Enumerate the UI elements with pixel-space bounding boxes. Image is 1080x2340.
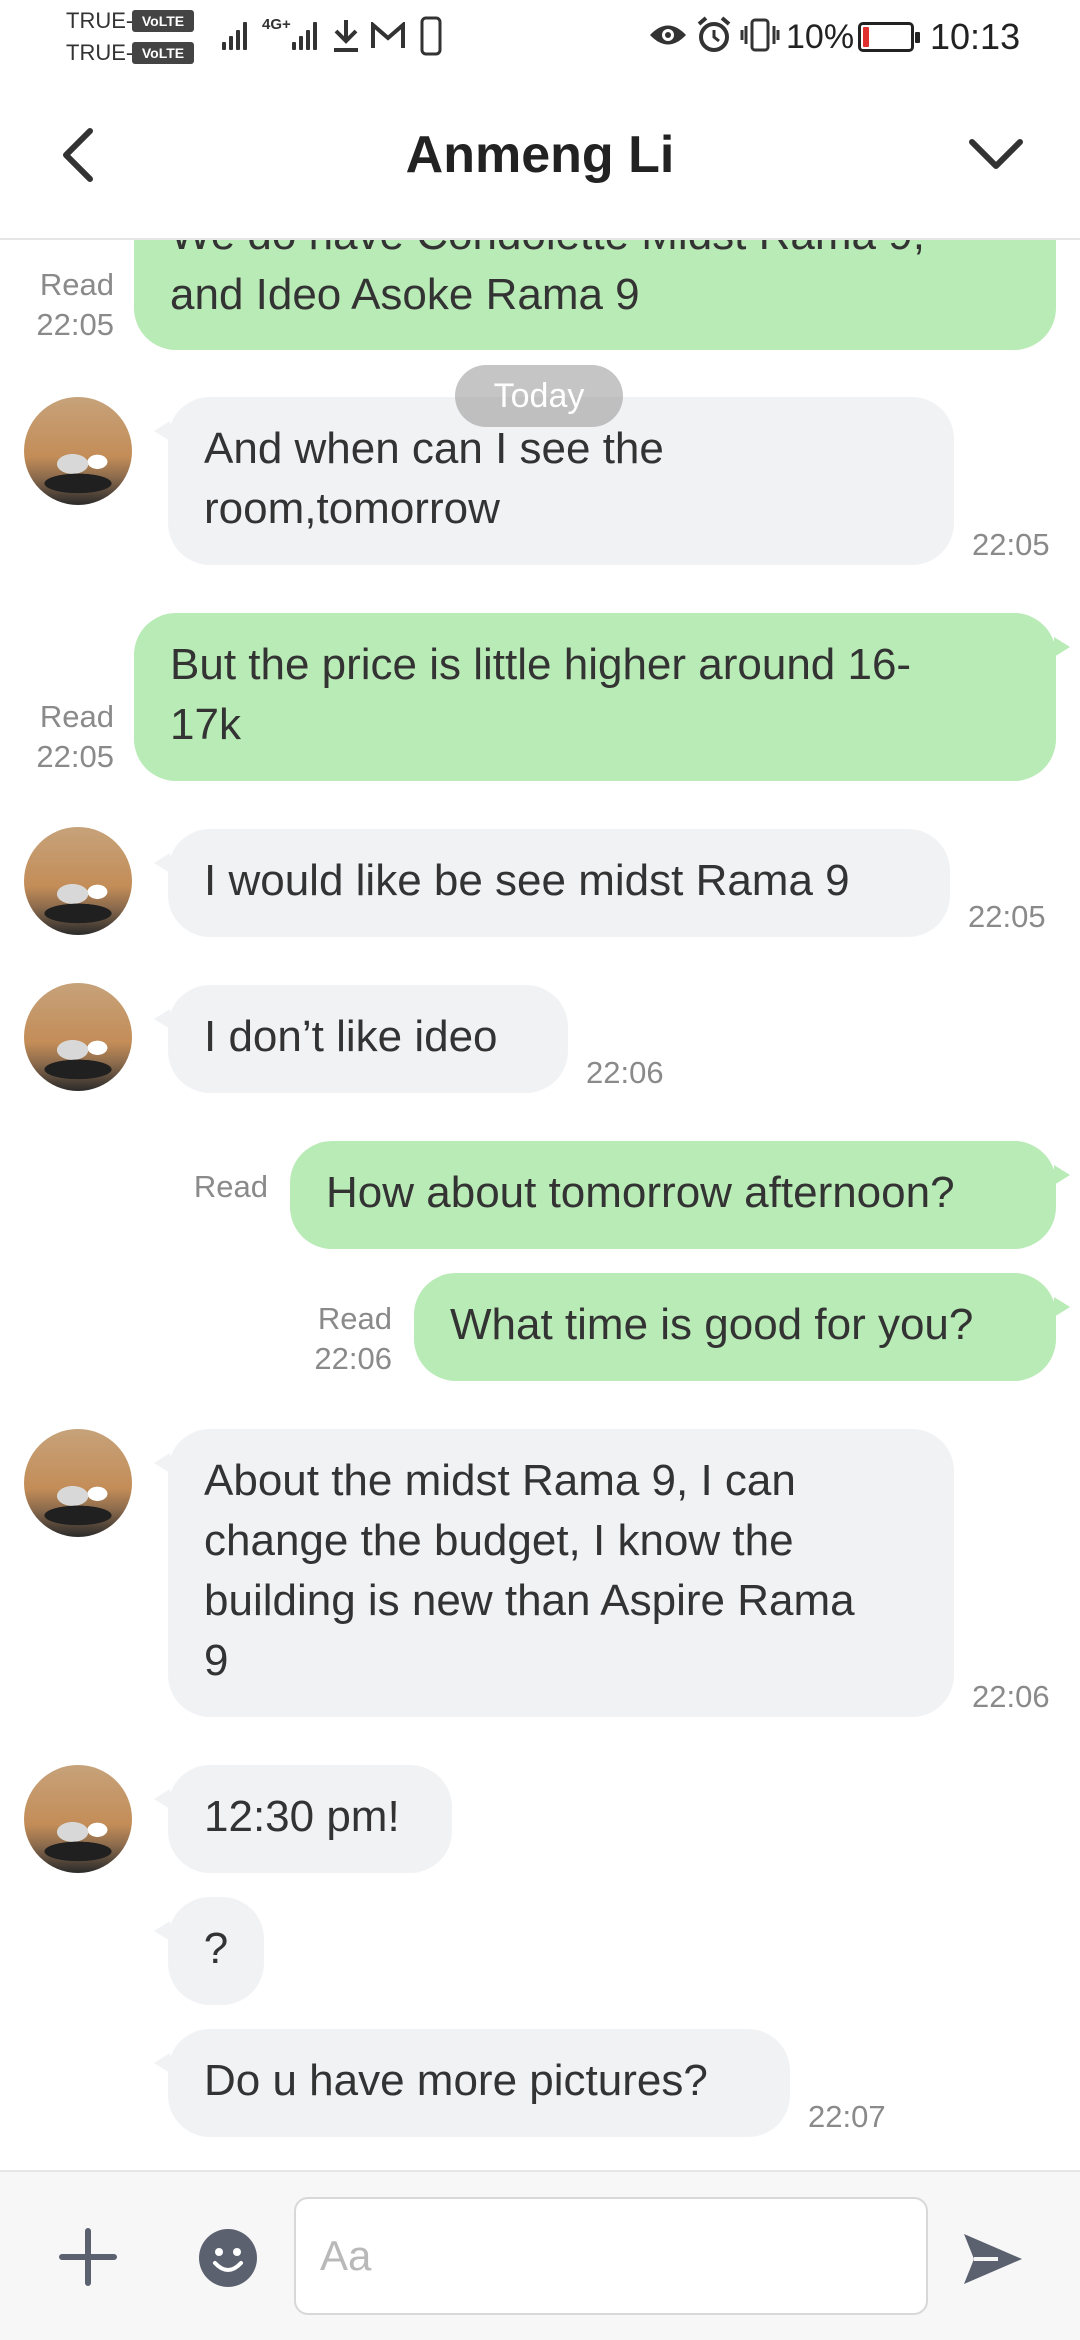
avatar[interactable] [24, 1429, 132, 1537]
chat-header: Anmeng Li [0, 75, 1080, 240]
emoji-icon[interactable] [197, 2227, 259, 2289]
signal-4g-icon: 4G+ [262, 16, 291, 33]
message-bubble-outgoing[interactable]: How about tomorrow afternoon? [290, 1141, 1070, 1249]
message-text: About the midst Rama 9, I can change the… [204, 1456, 855, 1685]
chat-title: Anmeng Li [405, 126, 675, 184]
message-bubble-incoming[interactable]: I don’t like ideo [154, 985, 568, 1093]
status-time: 10:13 [930, 16, 1021, 57]
vibrate-icon [740, 18, 780, 52]
avatar[interactable] [24, 1765, 132, 1873]
message-bubble-outgoing[interactable]: What time is good for you? [414, 1273, 1070, 1381]
gmail-icon [371, 22, 405, 48]
date-separator: Today [455, 365, 623, 427]
message-time: 22:05 [36, 739, 114, 774]
message-time: 22:05 [972, 527, 1050, 562]
message-text: But the price is little higher around 16… [170, 640, 912, 749]
eye-icon [650, 25, 686, 45]
signal-bars-icon [292, 20, 322, 50]
chevron-down-icon[interactable] [966, 130, 1026, 180]
avatar[interactable] [24, 397, 132, 505]
message-list[interactable]: We do have Condolette Midst Rama 9, and … [0, 75, 1080, 2170]
avatar[interactable] [24, 827, 132, 935]
volte-badge-2: VoLTE [132, 42, 194, 64]
message-bubble-incoming[interactable]: 12:30 pm! [154, 1765, 452, 1873]
message-bubble-outgoing[interactable]: But the price is little higher around 16… [134, 613, 1070, 781]
message-meta: Read 22:06 [290, 1299, 392, 1379]
message-time: 22:06 [972, 1679, 1050, 1714]
message-time: 22:06 [586, 1055, 664, 1090]
alarm-icon [697, 16, 731, 52]
message-time: 22:07 [808, 2099, 886, 2134]
read-receipt: Read [193, 1169, 268, 1204]
signal-icon [222, 20, 252, 50]
message-meta: Read 22:05 [14, 697, 114, 777]
download-icon [334, 20, 358, 52]
message-meta: Read [160, 1167, 268, 1207]
message-bubble-incoming[interactable]: ? [154, 1897, 264, 2005]
send-icon[interactable] [962, 2230, 1024, 2288]
read-receipt: Read [39, 267, 114, 302]
message-text: And when can I see the room,tomorrow [204, 424, 664, 533]
message-bubble-incoming[interactable]: About the midst Rama 9, I can change the… [154, 1429, 954, 1717]
phone-icon [420, 16, 442, 56]
message-composer [0, 2170, 1080, 2340]
message-text: How about tomorrow afternoon? [326, 1168, 955, 1217]
message-text: I would like be see midst Rama 9 [204, 856, 850, 905]
message-text: I don’t like ideo [204, 1012, 498, 1061]
message-time: 22:05 [968, 899, 1046, 934]
message-meta: Read 22:05 [14, 265, 114, 345]
avatar[interactable] [24, 983, 132, 1091]
message-time: 22:06 [314, 1341, 392, 1376]
message-text: ? [203, 1924, 229, 1973]
read-receipt: Read [39, 699, 114, 734]
battery-icon [858, 22, 920, 52]
message-text: Do u have more pictures? [204, 2056, 708, 2105]
status-bar: TRUE-H TRUE-H VoLTE VoLTE 4G+ 10% 10:13 [0, 0, 1080, 75]
message-bubble-incoming[interactable]: I would like be see midst Rama 9 [154, 829, 950, 937]
message-input[interactable] [294, 2197, 928, 2315]
chat-screen: TRUE-H TRUE-H VoLTE VoLTE 4G+ 10% 10:13 … [0, 0, 1080, 2340]
plus-icon[interactable] [58, 2227, 118, 2287]
read-receipt: Read [317, 1301, 392, 1336]
volte-badge-1: VoLTE [132, 10, 194, 32]
battery-percent: 10% [786, 18, 855, 56]
message-text: 12:30 pm! [204, 1792, 400, 1841]
message-text: What time is good for you? [450, 1300, 974, 1349]
message-time: 22:05 [36, 307, 114, 342]
message-bubble-incoming[interactable]: Do u have more pictures? [154, 2029, 790, 2137]
